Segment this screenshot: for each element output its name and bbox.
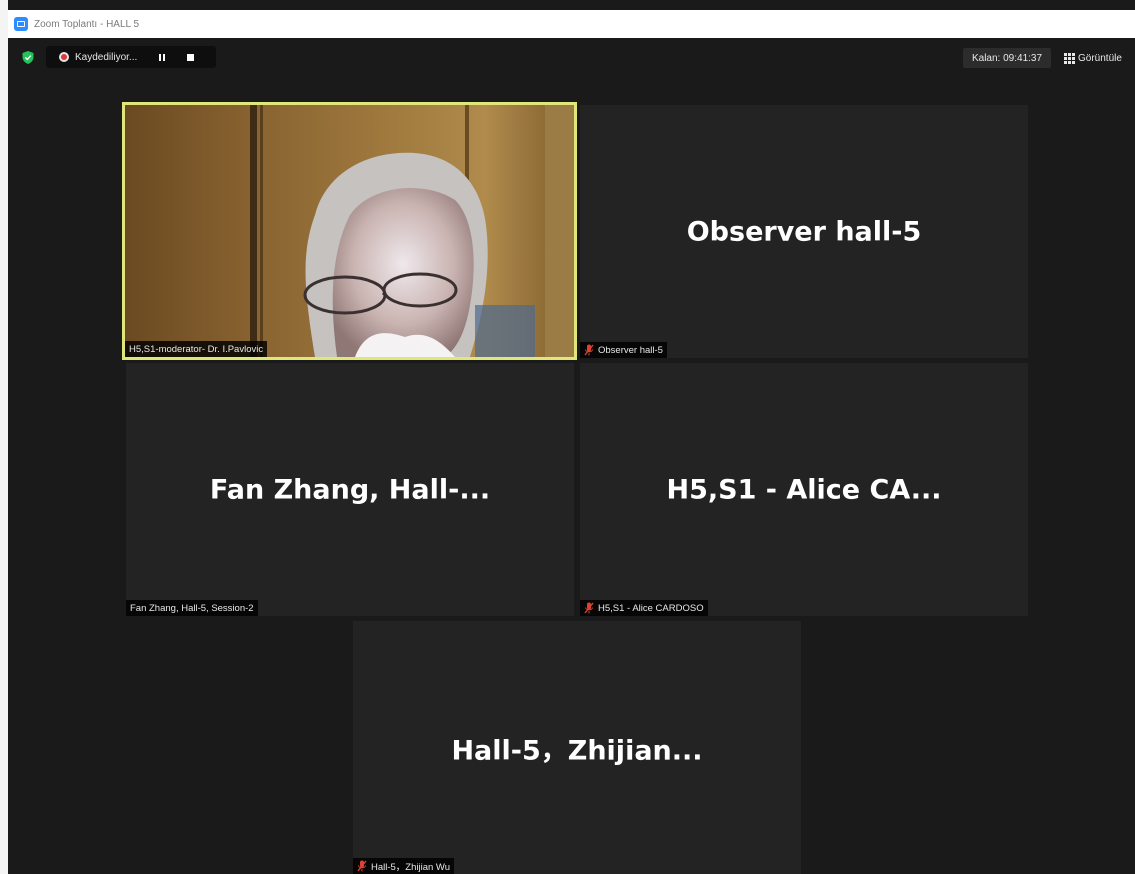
zoom-app-icon [14, 17, 28, 31]
participant-name-text: H5,S1 - Alice CARDOSO [598, 602, 704, 614]
participant-name-label: Observer hall-5 [580, 342, 667, 358]
participant-tile-video[interactable]: H5,S1-moderator- Dr. I.Pavlovic [122, 102, 577, 360]
window-title: Zoom Toplantı - HALL 5 [34, 18, 140, 30]
participant-tile[interactable]: H5,S1 - Alice CA... H5,S1 - Alice CARDOS… [580, 363, 1028, 616]
grid-icon [1064, 53, 1075, 64]
mic-muted-icon [584, 602, 594, 614]
participant-name-text: Hall-5，Zhijian Wu [371, 862, 451, 873]
participant-name-label: H5,S1-moderator- Dr. I.Pavlovic [125, 341, 268, 357]
participant-tile[interactable]: Fan Zhang, Hall-... Fan Zhang, Hall-5, S… [126, 363, 574, 616]
participant-display-name: Hall-5，Zhijian... [451, 735, 703, 766]
title-bar: Zoom Toplantı - HALL 5 [8, 10, 1135, 38]
stop-icon[interactable] [187, 53, 195, 61]
participant-name-label: H5,S1 - Alice CARDOSO [580, 600, 708, 616]
desktop-edge [0, 0, 8, 874]
meeting-timer: Kalan: 09:41:37 [963, 48, 1051, 68]
participant-display-name: Fan Zhang, Hall-... [209, 474, 491, 505]
participant-video-feed [125, 105, 574, 357]
participant-tile[interactable]: Observer hall-5 Observer hall-5 [580, 105, 1028, 358]
participant-name-label: Hall-5，Zhijian Wu [353, 858, 455, 874]
participant-display-name: Observer hall-5 [686, 216, 922, 247]
recording-label: Kaydediliyor... [75, 51, 138, 63]
participant-name-label: Fan Zhang, Hall-5, Session-2 [126, 600, 258, 616]
recording-indicator: Kaydediliyor... [46, 46, 216, 68]
participant-name-text: Observer hall-5 [598, 344, 663, 356]
meeting-top-bar: Kaydediliyor... Kalan: 09:41:37 Görüntül… [8, 38, 1135, 78]
view-button[interactable]: Görüntüle [1064, 48, 1122, 68]
record-icon [59, 52, 69, 62]
participant-display-name: H5,S1 - Alice CA... [666, 474, 942, 505]
mic-muted-icon [584, 344, 594, 356]
pause-icon[interactable] [159, 53, 166, 61]
shield-check-icon[interactable] [22, 51, 34, 64]
zoom-meeting-window: Zoom Toplantı - HALL 5 Kaydediliyor... K… [8, 10, 1135, 874]
mic-muted-icon [357, 860, 367, 872]
participant-tile[interactable]: Hall-5，Zhijian... Hall-5，Zhijian Wu [353, 621, 801, 874]
view-button-label: Görüntüle [1078, 52, 1122, 64]
